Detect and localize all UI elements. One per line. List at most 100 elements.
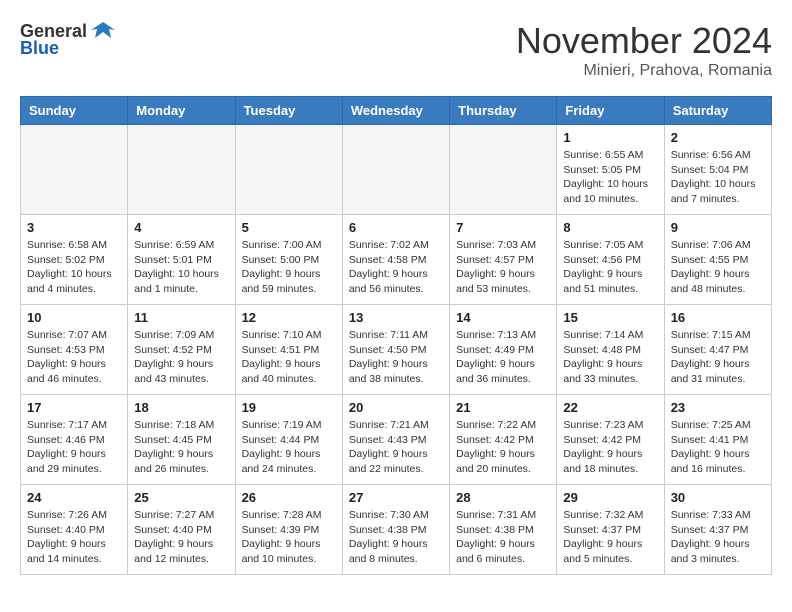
calendar-cell: 14 Sunrise: 7:13 AM Sunset: 4:49 PM Dayli… [450,305,557,395]
calendar-cell [235,125,342,215]
week-row-5: 24 Sunrise: 7:26 AM Sunset: 4:40 PM Dayli… [21,485,772,575]
calendar-cell: 17 Sunrise: 7:17 AM Sunset: 4:46 PM Dayli… [21,395,128,485]
day-info: Sunrise: 6:58 AM Sunset: 5:02 PM Dayligh… [27,238,121,297]
day-number: 4 [134,220,228,235]
calendar-cell: 29 Sunrise: 7:32 AM Sunset: 4:37 PM Dayli… [557,485,664,575]
calendar-cell: 8 Sunrise: 7:05 AM Sunset: 4:56 PM Daylig… [557,215,664,305]
day-info: Sunrise: 7:07 AM Sunset: 4:53 PM Dayligh… [27,328,121,387]
day-info: Sunrise: 7:03 AM Sunset: 4:57 PM Dayligh… [456,238,550,297]
week-row-2: 3 Sunrise: 6:58 AM Sunset: 5:02 PM Daylig… [21,215,772,305]
day-number: 3 [27,220,121,235]
header-row: Sunday Monday Tuesday Wednesday Thursday… [21,97,772,125]
calendar-cell: 20Sunrise: 7:21 AM Sunset: 4:43 PM Dayli… [342,395,449,485]
day-info: Sunrise: 7:26 AM Sunset: 4:40 PM Dayligh… [27,508,121,567]
day-number: 17 [27,400,121,415]
day-info: Sunrise: 7:10 AM Sunset: 4:51 PM Dayligh… [242,328,336,387]
day-info: Sunrise: 7:15 AM Sunset: 4:47 PM Dayligh… [671,328,765,387]
calendar-cell [450,125,557,215]
day-info: Sunrise: 7:06 AM Sunset: 4:55 PM Dayligh… [671,238,765,297]
calendar-cell: 26Sunrise: 7:28 AM Sunset: 4:39 PM Dayli… [235,485,342,575]
day-number: 7 [456,220,550,235]
day-info: Sunrise: 7:33 AM Sunset: 4:37 PM Dayligh… [671,508,765,567]
day-number: 28 [456,490,550,505]
day-number: 21 [456,400,550,415]
day-info: Sunrise: 7:17 AM Sunset: 4:46 PM Dayligh… [27,418,121,477]
calendar-table: Sunday Monday Tuesday Wednesday Thursday… [20,96,772,575]
col-wednesday: Wednesday [342,97,449,125]
day-number: 16 [671,310,765,325]
day-info: Sunrise: 7:11 AM Sunset: 4:50 PM Dayligh… [349,328,443,387]
calendar-cell: 12Sunrise: 7:10 AM Sunset: 4:51 PM Dayli… [235,305,342,395]
calendar-cell: 13 Sunrise: 7:11 AM Sunset: 4:50 PM Dayli… [342,305,449,395]
day-number: 9 [671,220,765,235]
calendar-cell: 2Sunrise: 6:56 AM Sunset: 5:04 PM Daylig… [664,125,771,215]
day-number: 11 [134,310,228,325]
day-info: Sunrise: 7:23 AM Sunset: 4:42 PM Dayligh… [563,418,657,477]
calendar-cell: 7 Sunrise: 7:03 AM Sunset: 4:57 PM Daylig… [450,215,557,305]
day-info: Sunrise: 7:05 AM Sunset: 4:56 PM Dayligh… [563,238,657,297]
day-number: 8 [563,220,657,235]
calendar-cell: 10 Sunrise: 7:07 AM Sunset: 4:53 PM Dayli… [21,305,128,395]
day-number: 26 [242,490,336,505]
day-number: 13 [349,310,443,325]
calendar-cell: 21 Sunrise: 7:22 AM Sunset: 4:42 PM Dayli… [450,395,557,485]
day-info: Sunrise: 7:22 AM Sunset: 4:42 PM Dayligh… [456,418,550,477]
location: Minieri, Prahova, Romania [516,62,772,80]
day-info: Sunrise: 7:32 AM Sunset: 4:37 PM Dayligh… [563,508,657,567]
col-sunday: Sunday [21,97,128,125]
day-info: Sunrise: 7:09 AM Sunset: 4:52 PM Dayligh… [134,328,228,387]
calendar-cell: 18 Sunrise: 7:18 AM Sunset: 4:45 PM Dayli… [128,395,235,485]
day-info: Sunrise: 7:13 AM Sunset: 4:49 PM Dayligh… [456,328,550,387]
calendar-cell [342,125,449,215]
calendar-cell [21,125,128,215]
day-number: 29 [563,490,657,505]
day-number: 24 [27,490,121,505]
day-number: 30 [671,490,765,505]
day-number: 23 [671,400,765,415]
day-info: Sunrise: 7:00 AM Sunset: 5:00 PM Dayligh… [242,238,336,297]
day-number: 19 [242,400,336,415]
calendar-cell: 11 Sunrise: 7:09 AM Sunset: 4:52 PM Dayli… [128,305,235,395]
day-info: Sunrise: 6:56 AM Sunset: 5:04 PM Dayligh… [671,148,765,207]
month-title: November 2024 [516,20,772,62]
col-thursday: Thursday [450,97,557,125]
calendar-cell: 30 Sunrise: 7:33 AM Sunset: 4:37 PM Dayli… [664,485,771,575]
calendar-cell: 23 Sunrise: 7:25 AM Sunset: 4:41 PM Dayli… [664,395,771,485]
calendar-cell: 22Sunrise: 7:23 AM Sunset: 4:42 PM Dayli… [557,395,664,485]
calendar-cell: 4 Sunrise: 6:59 AM Sunset: 5:01 PM Daylig… [128,215,235,305]
calendar-cell: 15Sunrise: 7:14 AM Sunset: 4:48 PM Dayli… [557,305,664,395]
day-number: 15 [563,310,657,325]
day-number: 14 [456,310,550,325]
day-info: Sunrise: 7:30 AM Sunset: 4:38 PM Dayligh… [349,508,443,567]
calendar-cell: 5 Sunrise: 7:00 AM Sunset: 5:00 PM Daylig… [235,215,342,305]
calendar-cell: 24 Sunrise: 7:26 AM Sunset: 4:40 PM Dayli… [21,485,128,575]
day-number: 6 [349,220,443,235]
logo-blue: Blue [20,38,59,59]
day-info: Sunrise: 7:18 AM Sunset: 4:45 PM Dayligh… [134,418,228,477]
day-info: Sunrise: 7:25 AM Sunset: 4:41 PM Dayligh… [671,418,765,477]
week-row-3: 10 Sunrise: 7:07 AM Sunset: 4:53 PM Dayli… [21,305,772,395]
day-info: Sunrise: 7:31 AM Sunset: 4:38 PM Dayligh… [456,508,550,567]
day-number: 1 [563,130,657,145]
title-area: November 2024 Minieri, Prahova, Romania [516,20,772,80]
calendar-cell: 16 Sunrise: 7:15 AM Sunset: 4:47 PM Dayli… [664,305,771,395]
calendar-cell: 25Sunrise: 7:27 AM Sunset: 4:40 PM Dayli… [128,485,235,575]
day-info: Sunrise: 6:59 AM Sunset: 5:01 PM Dayligh… [134,238,228,297]
calendar-cell: 6 Sunrise: 7:02 AM Sunset: 4:58 PM Daylig… [342,215,449,305]
day-info: Sunrise: 7:27 AM Sunset: 4:40 PM Dayligh… [134,508,228,567]
col-friday: Friday [557,97,664,125]
week-row-4: 17 Sunrise: 7:17 AM Sunset: 4:46 PM Dayli… [21,395,772,485]
day-number: 27 [349,490,443,505]
logo-bird-icon [89,20,117,42]
calendar-cell: 9 Sunrise: 7:06 AM Sunset: 4:55 PM Daylig… [664,215,771,305]
day-number: 18 [134,400,228,415]
day-number: 10 [27,310,121,325]
calendar-cell: 3 Sunrise: 6:58 AM Sunset: 5:02 PM Daylig… [21,215,128,305]
calendar-cell: 28 Sunrise: 7:31 AM Sunset: 4:38 PM Dayli… [450,485,557,575]
calendar-cell: 19Sunrise: 7:19 AM Sunset: 4:44 PM Dayli… [235,395,342,485]
day-number: 5 [242,220,336,235]
calendar-cell: 27 Sunrise: 7:30 AM Sunset: 4:38 PM Dayli… [342,485,449,575]
day-info: Sunrise: 7:02 AM Sunset: 4:58 PM Dayligh… [349,238,443,297]
week-row-1: 1Sunrise: 6:55 AM Sunset: 5:05 PM Daylig… [21,125,772,215]
col-saturday: Saturday [664,97,771,125]
